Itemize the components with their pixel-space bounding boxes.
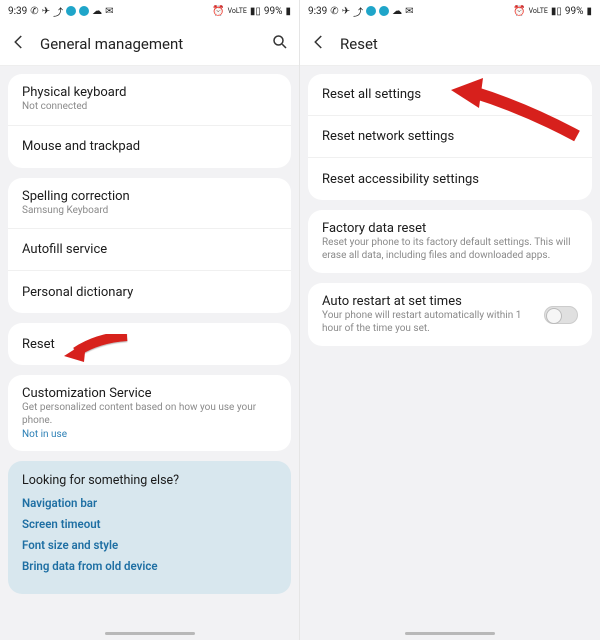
- upload-icon: ⤴: [353, 4, 363, 19]
- row-label: Reset: [22, 337, 277, 352]
- row-label: Customization Service: [22, 386, 277, 401]
- card-text-input: Spelling correction Samsung Keyboard Aut…: [8, 178, 291, 314]
- link-font-size-style[interactable]: Font size and style: [22, 538, 277, 552]
- card-input-devices: Physical keyboard Not connected Mouse an…: [8, 74, 291, 168]
- status-time: 9:39: [308, 6, 327, 17]
- row-physical-keyboard[interactable]: Physical keyboard Not connected: [8, 74, 291, 126]
- header: General management: [0, 22, 299, 66]
- whatsapp-icon: ✆: [30, 6, 38, 17]
- upload-icon: ⤴: [53, 4, 63, 19]
- row-reset-network-settings[interactable]: Reset network settings: [308, 116, 592, 158]
- back-icon[interactable]: [310, 33, 328, 55]
- row-label: Reset accessibility settings: [322, 172, 578, 187]
- page-title: General management: [40, 35, 259, 53]
- card-reset-options: Reset all settings Reset network setting…: [308, 74, 592, 200]
- card-customization: Customization Service Get personalized c…: [8, 375, 291, 451]
- row-mouse-trackpad[interactable]: Mouse and trackpad: [8, 126, 291, 168]
- content-scroll[interactable]: Physical keyboard Not connected Mouse an…: [0, 66, 299, 626]
- app-dot-icon: [366, 6, 376, 16]
- row-status-link: Not in use: [22, 429, 277, 440]
- row-reset[interactable]: Reset: [8, 323, 291, 365]
- telegram-icon: ✈: [342, 6, 350, 17]
- home-indicator: [0, 626, 299, 640]
- row-spelling-correction[interactable]: Spelling correction Samsung Keyboard: [8, 178, 291, 230]
- row-sub: Get personalized content based on how yo…: [22, 402, 277, 427]
- screen-general-management: 9:39 ✆ ✈ ⤴ ☁ ✉ ⏰ VoLTE ▮▯ 99% ▮ General …: [0, 0, 300, 640]
- row-label: Factory data reset: [322, 221, 578, 236]
- status-time: 9:39: [8, 6, 27, 17]
- row-sub: Not connected: [22, 101, 277, 114]
- alarm-icon: ⏰: [513, 6, 525, 17]
- card-reset: Reset: [8, 323, 291, 365]
- looking-heading: Looking for something else?: [22, 473, 277, 488]
- row-label: Mouse and trackpad: [22, 139, 277, 154]
- home-indicator: [300, 626, 600, 640]
- telegram-icon: ✈: [42, 6, 50, 17]
- volte-icon: VoLTE: [228, 7, 247, 15]
- content-scroll[interactable]: Reset all settings Reset network setting…: [300, 66, 600, 626]
- row-label: Reset network settings: [322, 129, 578, 144]
- screen-reset: 9:39 ✆ ✈ ⤴ ☁ ✉ ⏰ VoLTE ▮▯ 99% ▮ Reset Re…: [300, 0, 600, 640]
- row-factory-data-reset[interactable]: Factory data reset Reset your phone to i…: [308, 210, 592, 273]
- card-auto-restart: Auto restart at set times Your phone wil…: [308, 283, 592, 346]
- card-looking-for: Looking for something else? Navigation b…: [8, 461, 291, 594]
- page-title: Reset: [340, 35, 590, 53]
- row-label: Personal dictionary: [22, 285, 277, 300]
- signal-icon: ▮▯: [551, 6, 562, 17]
- battery-text: 99%: [565, 6, 584, 17]
- status-bar: 9:39 ✆ ✈ ⤴ ☁ ✉ ⏰ VoLTE ▮▯ 99% ▮: [300, 0, 600, 22]
- row-reset-all-settings[interactable]: Reset all settings: [308, 74, 592, 116]
- battery-text: 99%: [264, 6, 283, 17]
- row-auto-restart[interactable]: Auto restart at set times Your phone wil…: [308, 283, 592, 346]
- search-icon[interactable]: [271, 33, 289, 55]
- row-label: Auto restart at set times: [322, 294, 536, 309]
- link-bring-data[interactable]: Bring data from old device: [22, 559, 277, 573]
- row-label: Reset all settings: [322, 87, 578, 102]
- whatsapp-icon: ✆: [330, 6, 338, 17]
- battery-icon: ▮: [586, 6, 592, 17]
- row-sub: Your phone will restart automatically wi…: [322, 310, 536, 335]
- card-factory-reset: Factory data reset Reset your phone to i…: [308, 210, 592, 273]
- alarm-icon: ⏰: [212, 6, 224, 17]
- app-dot-icon: [379, 6, 389, 16]
- row-sub: Reset your phone to its factory default …: [322, 237, 578, 262]
- row-label: Spelling correction: [22, 189, 277, 204]
- row-customization-service[interactable]: Customization Service Get personalized c…: [8, 375, 291, 451]
- cloud-icon: ☁: [92, 6, 102, 17]
- app-dot-icon: [66, 6, 76, 16]
- back-icon[interactable]: [10, 33, 28, 55]
- row-label: Physical keyboard: [22, 85, 277, 100]
- battery-icon: ▮: [285, 6, 291, 17]
- link-screen-timeout[interactable]: Screen timeout: [22, 517, 277, 531]
- row-label: Autofill service: [22, 242, 277, 257]
- app-dot-icon: [79, 6, 89, 16]
- signal-icon: ▮▯: [250, 6, 261, 17]
- link-navigation-bar[interactable]: Navigation bar: [22, 496, 277, 510]
- mail-icon: ✉: [405, 6, 413, 17]
- row-autofill-service[interactable]: Autofill service: [8, 229, 291, 271]
- row-sub: Samsung Keyboard: [22, 205, 277, 218]
- row-personal-dictionary[interactable]: Personal dictionary: [8, 271, 291, 313]
- cloud-icon: ☁: [392, 6, 402, 17]
- header: Reset: [300, 22, 600, 66]
- toggle-switch[interactable]: [544, 306, 578, 324]
- volte-icon: VoLTE: [529, 7, 548, 15]
- status-bar: 9:39 ✆ ✈ ⤴ ☁ ✉ ⏰ VoLTE ▮▯ 99% ▮: [0, 0, 299, 22]
- row-reset-accessibility-settings[interactable]: Reset accessibility settings: [308, 158, 592, 200]
- mail-icon: ✉: [105, 6, 113, 17]
